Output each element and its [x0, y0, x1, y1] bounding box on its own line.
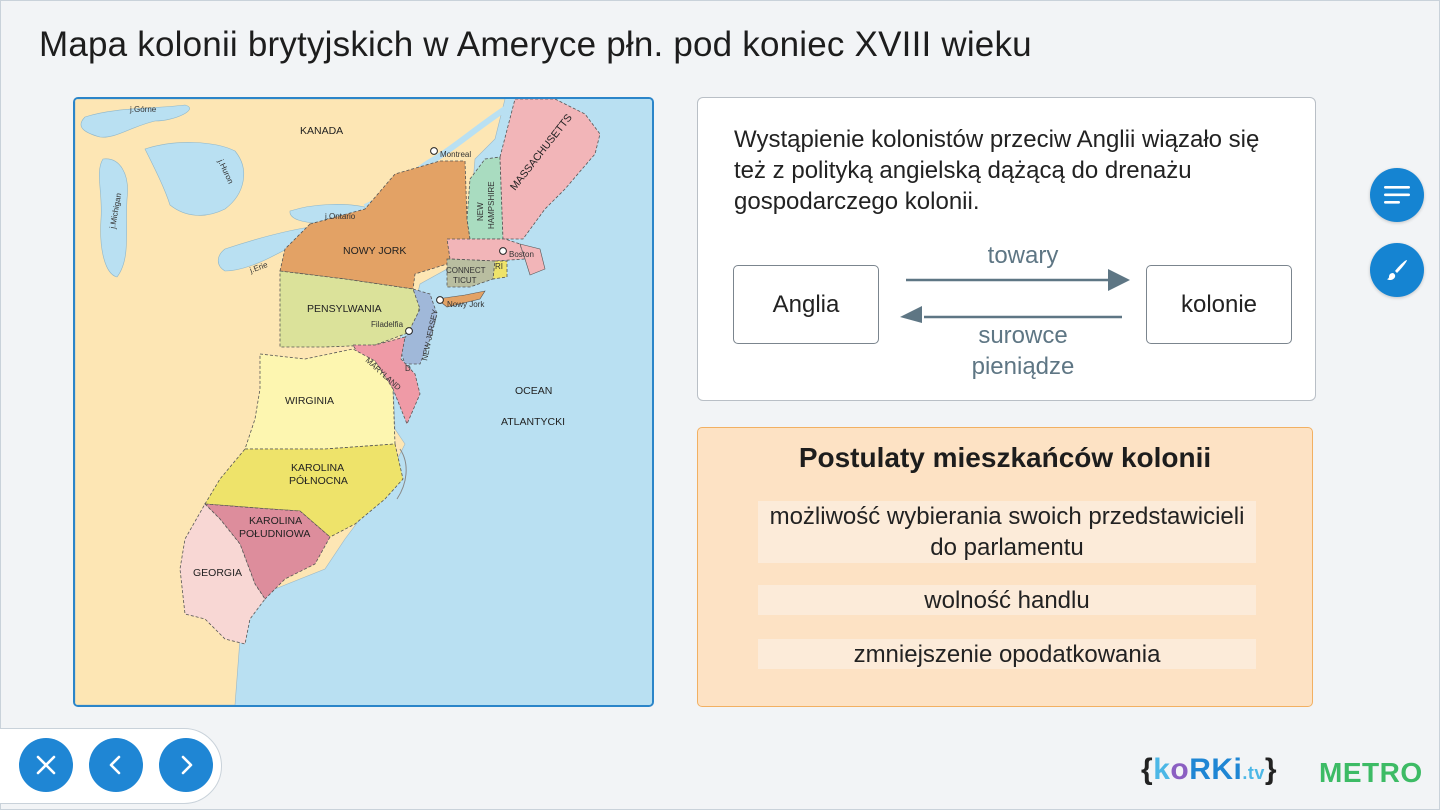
trade-info-card: Wystąpienie kolonistów przeciw Anglii wi… — [697, 97, 1316, 401]
brush-icon — [1387, 260, 1407, 281]
label-lake-superior: j.Górne — [129, 105, 157, 114]
label-new-york: NOWY JORK — [343, 245, 406, 257]
label-canada: KANADA — [300, 125, 343, 137]
label-delaware: D — [405, 364, 411, 373]
label-city-philadelphia: Filadelfia — [371, 320, 404, 329]
chevron-left-icon — [109, 755, 121, 775]
label-raw-materials: surowce — [978, 322, 1068, 349]
info-text: Wystąpienie kolonistów przeciw Anglii wi… — [734, 126, 1260, 215]
arrow-to-colonies-head — [1108, 269, 1130, 291]
label-city-boston: Boston — [509, 250, 534, 259]
label-connecticut-2: TICUT — [453, 276, 477, 285]
label-connecticut-1: CONNECT — [446, 266, 486, 275]
close-icon — [36, 755, 56, 775]
label-money: pieniądze — [971, 353, 1075, 380]
label-rhode-island: RI — [495, 262, 503, 271]
label-south-carolina-2: POŁUDNIOWA — [239, 528, 310, 540]
city-dot-montreal — [430, 147, 438, 155]
lines-icon — [1384, 186, 1410, 204]
label-georgia: GEORGIA — [193, 567, 242, 579]
close-button[interactable] — [19, 738, 73, 792]
trade-arrows — [900, 269, 1130, 323]
label-city-montreal: Montreal — [440, 150, 471, 159]
colonies-map: KANADA NOWY JORK PENSYLWANIA WIRGINIA KA… — [73, 97, 654, 707]
metro-logo: METRO — [1319, 757, 1423, 788]
city-dot-philadelphia — [405, 327, 413, 335]
label-new-hampshire-1: NEW — [476, 202, 485, 221]
box-colonies: kolonie — [1146, 265, 1292, 344]
next-button[interactable] — [159, 738, 213, 792]
map-svg: KANADA NOWY JORK PENSYLWANIA WIRGINIA KA… — [75, 99, 652, 705]
box-england: Anglia — [733, 265, 879, 344]
label-city-new-york: Nowy Jork — [447, 300, 485, 309]
previous-button[interactable] — [89, 738, 143, 792]
page-title: Mapa kolonii brytyjskich w Ameryce płn. … — [39, 25, 1032, 64]
postulate-item: możliwość wybierania swoich przedstawici… — [758, 501, 1256, 563]
label-ocean-2: ATLANTYCKI — [501, 416, 565, 428]
postulates-title: Postulaty mieszkańców kolonii — [798, 442, 1212, 473]
label-ocean-1: OCEAN — [515, 385, 552, 397]
label-pennsylvania: PENSYLWANIA — [307, 303, 382, 315]
label-virginia: WIRGINIA — [285, 395, 334, 407]
label-north-carolina-2: PÓŁNOCNA — [289, 474, 348, 487]
label-new-hampshire-2: HAMPSHIRE — [487, 181, 496, 229]
postulate-item: wolność handlu — [758, 585, 1256, 615]
city-dot-boston — [499, 247, 507, 255]
postulates-card: Postulaty mieszkańców kolonii możliwość … — [697, 427, 1313, 707]
notes-button[interactable] — [1370, 168, 1424, 222]
arrow-to-england-head — [900, 306, 922, 323]
label-lake-ontario: j.Ontario — [324, 212, 356, 221]
city-dot-new-york — [436, 296, 444, 304]
label-north-carolina-1: KAROLINA — [291, 462, 344, 474]
draw-button[interactable] — [1370, 243, 1424, 297]
chevron-right-icon — [181, 755, 193, 775]
postulate-item: zmniejszenie opodatkowania — [758, 639, 1256, 669]
label-south-carolina-1: KAROLINA — [249, 515, 302, 527]
korki-logo: {koRKi.tv} — [1141, 753, 1278, 786]
